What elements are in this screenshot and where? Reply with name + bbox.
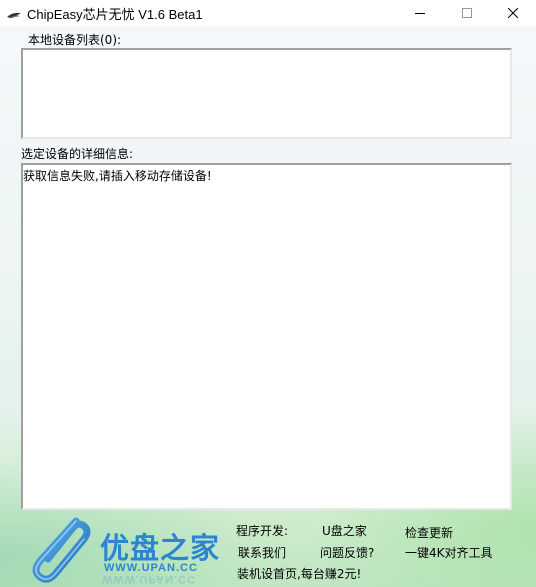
upan-home-link[interactable]: U盘之家 <box>322 522 367 539</box>
install-promo-link[interactable]: 装机设首页,每台赚2元! <box>237 565 361 582</box>
logo-text: 优盘之家 <box>100 531 221 565</box>
align-tool-link[interactable]: 一键4K对齐工具 <box>405 544 493 561</box>
close-button[interactable] <box>490 0 536 26</box>
check-update-link[interactable]: 检查更新 <box>405 524 453 541</box>
minimize-button[interactable] <box>397 0 443 26</box>
paperclip-icon <box>24 515 96 587</box>
device-details-label: 选定设备的详细信息: <box>21 147 134 161</box>
device-details-textarea[interactable]: 获取信息失败,请插入移动存储设备! <box>21 163 512 510</box>
title-bar[interactable]: ChipEasy芯片无忧 V1.6 Beta1 <box>0 0 536 26</box>
minimize-icon <box>415 8 425 18</box>
app-window: ChipEasy芯片无忧 V1.6 Beta1 本地设备列表(0): 选定设备的… <box>0 0 536 587</box>
device-list-label: 本地设备列表(0): <box>28 33 122 47</box>
device-list[interactable] <box>21 48 512 139</box>
upan-logo[interactable]: 优盘之家 WWW.UPAN.CC WWW.UPAN.CC <box>24 515 224 585</box>
contact-us-link[interactable]: 联系我们 <box>238 544 286 561</box>
maximize-icon <box>462 8 472 18</box>
feedback-link[interactable]: 问题反馈? <box>320 544 374 561</box>
maximize-button[interactable] <box>444 0 490 26</box>
close-icon <box>508 8 518 18</box>
app-logo-icon <box>6 7 22 19</box>
developer-label: 程序开发: <box>236 524 289 538</box>
logo-url-reflection: WWW.UPAN.CC <box>102 573 196 585</box>
window-title: ChipEasy芯片无忧 V1.6 Beta1 <box>27 7 203 22</box>
